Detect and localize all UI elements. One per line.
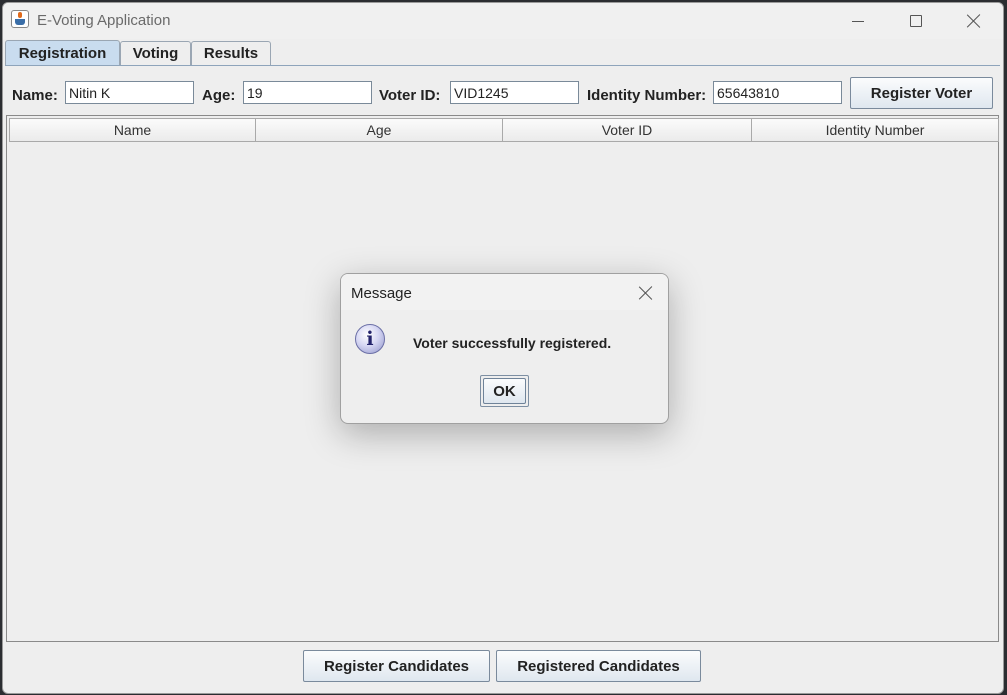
column-header-identity-number[interactable]: Identity Number [752, 118, 999, 142]
column-header-voter-id[interactable]: Voter ID [503, 118, 752, 142]
dialog-title: Message [351, 285, 412, 302]
tab-voting[interactable]: Voting [120, 41, 191, 65]
register-candidates-button[interactable]: Register Candidates [303, 650, 490, 682]
minimize-icon [852, 20, 864, 22]
name-input[interactable] [65, 81, 194, 104]
dialog-message: Voter successfully registered. [413, 335, 612, 351]
voter-id-input[interactable] [450, 81, 579, 104]
close-icon [966, 13, 982, 29]
ok-focus-ring: OK [480, 375, 529, 407]
tab-results[interactable]: Results [191, 41, 271, 65]
message-dialog: Message i Voter successfully registered.… [340, 273, 669, 424]
age-label: Age: [202, 87, 236, 104]
java-app-icon [11, 10, 29, 28]
identity-number-label: Identity Number: [587, 87, 707, 104]
identity-number-input[interactable] [713, 81, 842, 104]
maximize-button[interactable] [887, 3, 945, 39]
tab-divider [5, 65, 1000, 66]
title-bar: E-Voting Application [3, 3, 1003, 39]
voter-id-label: Voter ID: [379, 87, 441, 104]
ok-button[interactable]: OK [483, 378, 526, 404]
info-icon: i [355, 324, 385, 354]
column-header-age[interactable]: Age [256, 118, 503, 142]
age-input[interactable] [243, 81, 372, 104]
register-voter-button[interactable]: Register Voter [850, 77, 993, 109]
name-label: Name: [12, 87, 58, 104]
close-window-button[interactable] [945, 3, 1003, 39]
dialog-close-button[interactable] [638, 285, 654, 301]
maximize-icon [910, 15, 922, 27]
minimize-button[interactable] [829, 3, 887, 39]
close-icon [638, 285, 654, 301]
column-header-name[interactable]: Name [9, 118, 256, 142]
window-title: E-Voting Application [37, 12, 171, 29]
tab-registration[interactable]: Registration [5, 40, 120, 66]
registered-candidates-button[interactable]: Registered Candidates [496, 650, 701, 682]
table-header: Name Age Voter ID Identity Number [9, 118, 999, 142]
app-window: E-Voting Application Registration Voting… [2, 2, 1004, 694]
